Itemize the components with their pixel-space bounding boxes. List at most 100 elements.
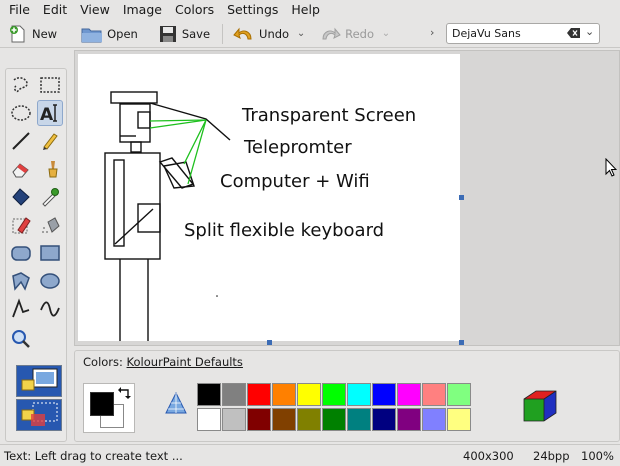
palette-swatch[interactable] [222, 408, 246, 431]
brush-tool[interactable] [37, 156, 63, 182]
redo-dropdown-arrow[interactable]: ⌄ [380, 21, 392, 47]
text-tool-icon: A [40, 104, 57, 124]
line-icon [12, 132, 30, 150]
curve-tool[interactable] [37, 296, 63, 322]
palette-swatch[interactable] [197, 383, 221, 406]
palette-swatch[interactable] [297, 383, 321, 406]
resize-handle-bottom[interactable] [267, 340, 272, 345]
mouse-cursor-icon [605, 158, 617, 177]
zoom-tool[interactable] [8, 326, 34, 352]
new-label: New [32, 26, 58, 41]
polyline-icon [12, 298, 30, 318]
menu-image[interactable]: Image [118, 0, 167, 20]
foreground-color-swatch[interactable] [90, 392, 114, 416]
palette-swatch[interactable] [272, 383, 296, 406]
rectangle-icon [40, 245, 60, 261]
palette-swatch[interactable] [422, 408, 446, 431]
magnifier-icon [12, 330, 30, 348]
spraycan-tool[interactable] [37, 212, 63, 238]
palette-swatch[interactable] [222, 383, 246, 406]
color-box-title: Colors: KolourPaint Defaults [83, 355, 243, 369]
palette-swatch[interactable] [372, 383, 396, 406]
drawing-canvas[interactable]: Transparent Screen Telepromter Computer … [78, 54, 460, 341]
lasso-icon [13, 77, 28, 93]
palette-swatch[interactable] [397, 383, 421, 406]
palette-swatch[interactable] [272, 408, 296, 431]
line-tool[interactable] [8, 128, 34, 154]
color-eraser-tool[interactable] [8, 212, 34, 238]
menu-settings[interactable]: Settings [222, 0, 283, 20]
transparent-color-icon[interactable] [163, 391, 189, 417]
color-similarity-cube-icon[interactable] [520, 387, 560, 427]
palette-swatch[interactable] [397, 408, 421, 431]
menu-view[interactable]: View [75, 0, 115, 20]
color-picker-tool[interactable] [37, 184, 63, 210]
canvas-scroll-area[interactable]: Transparent Screen Telepromter Computer … [74, 50, 620, 346]
colors-label: Colors: [83, 355, 123, 369]
font-family-combo[interactable]: DejaVu Sans ⌄ [446, 23, 600, 44]
transparent-mode-icon [21, 402, 58, 426]
ellipse-tool[interactable] [37, 268, 63, 294]
pen-tool[interactable] [37, 128, 63, 154]
polygon-tool[interactable] [8, 268, 34, 294]
palette-swatch[interactable] [247, 383, 271, 406]
status-bar: Text: Left drag to create text ... 400x3… [0, 444, 620, 466]
foreground-background-selector[interactable] [83, 383, 135, 433]
color-palette [197, 383, 471, 431]
free-form-selection-tool[interactable] [8, 72, 34, 98]
opaque-selection-mode-button[interactable] [16, 365, 62, 397]
status-image-size: 400x300 [463, 449, 514, 463]
menu-colors[interactable]: Colors [170, 0, 219, 20]
palette-swatch[interactable] [197, 408, 221, 431]
undo-dropdown-arrow[interactable]: ⌄ [295, 21, 307, 47]
tool-box: A [5, 68, 67, 442]
palette-swatch[interactable] [347, 383, 371, 406]
rectangle-tool[interactable] [37, 240, 63, 266]
palette-swatch[interactable] [247, 408, 271, 431]
palette-swatch[interactable] [297, 408, 321, 431]
swap-colors-icon[interactable] [118, 386, 132, 400]
menu-help[interactable]: Help [286, 0, 325, 20]
menu-edit[interactable]: Edit [38, 0, 72, 20]
redo-button[interactable]: Redo [315, 21, 378, 47]
status-zoom: 100% [581, 449, 614, 463]
toolbar-overflow-icon[interactable]: › [430, 26, 434, 39]
flood-fill-tool[interactable] [8, 184, 34, 210]
palette-name[interactable]: KolourPaint Defaults [127, 355, 243, 369]
connected-lines-tool[interactable] [8, 296, 34, 322]
palette-swatch[interactable] [447, 383, 471, 406]
paintbrush-icon [48, 161, 58, 178]
color-eraser-icon [12, 217, 31, 234]
palette-swatch[interactable] [372, 408, 396, 431]
palette-swatch[interactable] [322, 408, 346, 431]
undo-label: Undo [259, 26, 290, 41]
rounded-rect-icon [11, 246, 31, 261]
eraser-icon [12, 163, 29, 178]
undo-button[interactable]: Undo [229, 21, 293, 47]
new-button[interactable]: New [4, 21, 61, 47]
save-disk-icon [159, 25, 176, 42]
font-family-value: DejaVu Sans [452, 27, 521, 40]
undo-arrow-icon [233, 27, 252, 39]
clear-text-icon[interactable] [567, 27, 581, 39]
elliptical-selection-tool[interactable] [8, 100, 34, 126]
text-tool[interactable]: A [37, 100, 63, 126]
eyedropper-icon [42, 188, 59, 207]
resize-handle-right[interactable] [459, 195, 464, 200]
chevron-down-icon[interactable]: ⌄ [585, 25, 594, 38]
sketch-drawing [104, 91, 231, 341]
paint-bucket-icon [12, 188, 30, 206]
menu-file[interactable]: File [4, 0, 35, 20]
eraser-tool[interactable] [8, 156, 34, 182]
palette-swatch[interactable] [347, 408, 371, 431]
palette-swatch[interactable] [322, 383, 346, 406]
rectangular-selection-tool[interactable] [37, 72, 63, 98]
open-button[interactable]: Open [77, 21, 142, 47]
canvas-text-transparent-screen: Transparent Screen [242, 105, 417, 126]
save-button[interactable]: Save [154, 21, 214, 47]
palette-swatch[interactable] [422, 383, 446, 406]
resize-handle-corner[interactable] [459, 340, 464, 345]
palette-swatch[interactable] [447, 408, 471, 431]
rounded-rectangle-tool[interactable] [8, 240, 34, 266]
transparent-selection-mode-button[interactable] [16, 399, 62, 431]
